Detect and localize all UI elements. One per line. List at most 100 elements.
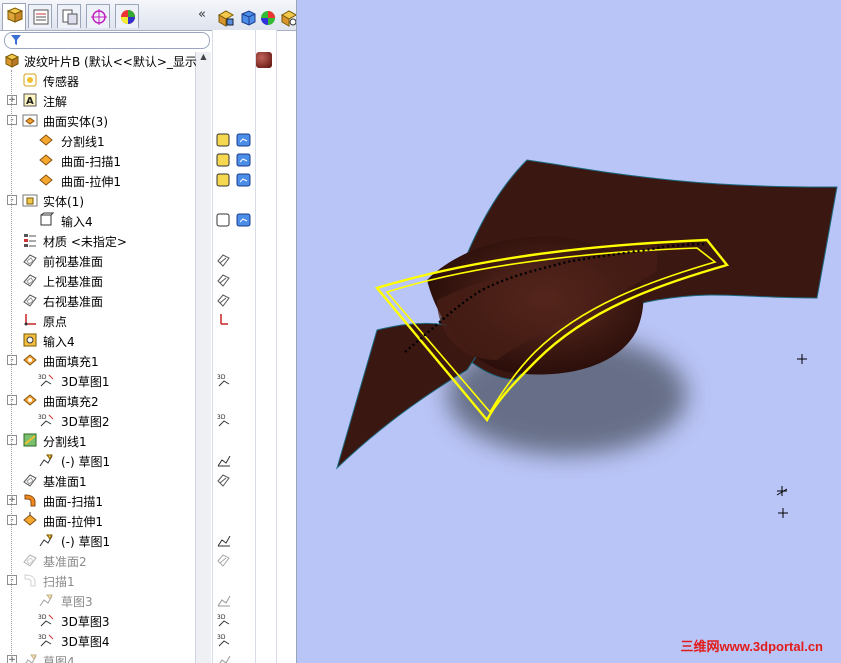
tree-item-label: 草图3 [61,595,93,609]
tree-scrollbar[interactable]: ▲ [195,52,211,663]
tree-item-label: 曲面-扫描1 [61,155,121,169]
tree-item[interactable]: 曲面-扫描1 [0,150,195,170]
tree-root[interactable]: 波纹叶片B (默认<<默认>_显示 [0,50,197,70]
tree-item[interactable]: (-) 草图1 [0,450,195,470]
display-pane-icon[interactable] [214,6,235,27]
collapse-panel-button[interactable]: « [198,7,206,22]
tree-item[interactable]: 草图3 [0,590,195,610]
scene-sphere-icon[interactable] [256,6,276,26]
column-indicator[interactable]: 3D [216,372,256,388]
tree-item[interactable]: + 草图4 [0,650,195,663]
graphics-viewport[interactable]: 三维网www.3dportal.cn [297,0,841,663]
column-indicator[interactable] [216,292,256,308]
configuration-icon [62,9,78,25]
tree-item-label: 草图4 [43,655,75,663]
collapse-icon[interactable]: - [7,115,17,125]
surface-sweep-icon [24,494,36,507]
svg-text:3D: 3D [217,634,226,641]
tree-item[interactable]: - 曲面填充2 [0,390,195,410]
tree-item-label: 3D草图3 [61,615,110,629]
imported-body-icon [23,333,37,347]
model-view[interactable] [297,0,841,663]
sketch3d-icon: 3D [38,414,54,427]
color-wheel-icon [121,10,135,24]
tree-item[interactable]: - 曲面填充1 [0,350,195,370]
tree-item[interactable]: 3D 3D草图4 [0,630,195,650]
collapse-icon[interactable]: - [7,515,17,525]
tree-filter-input[interactable] [4,32,210,49]
column-indicator[interactable] [216,132,256,148]
column-indicator[interactable]: 3D [216,612,256,628]
expand-icon[interactable]: + [7,495,17,505]
column-indicator[interactable] [216,592,256,608]
tree-item[interactable]: - 实体(1) [0,190,195,210]
column-indicator[interactable] [216,172,256,188]
tree-item[interactable]: + 曲面-扫描1 [0,490,195,510]
featuremanager-tab[interactable] [2,3,26,30]
dimxpert-tab[interactable] [86,4,110,28]
tree-item[interactable]: 基准面1 [0,470,195,490]
column-indicator[interactable] [216,312,256,328]
expand-icon[interactable]: + [7,655,17,663]
tree-item[interactable]: - 曲面实体(3) [0,110,195,130]
collapse-icon[interactable]: - [7,355,17,365]
tree-item[interactable]: - 扫描1 [0,570,195,590]
filter-funnel-icon [11,35,21,45]
tree-item-label: 曲面-扫描1 [43,495,103,509]
display-state-column [237,30,256,663]
tree-item[interactable]: 3D 3D草图3 [0,610,195,630]
tree-item[interactable]: (-) 草图1 [0,530,195,550]
column-indicator[interactable] [216,152,256,168]
origin-icon [24,314,36,326]
propertymanager-tab[interactable] [28,4,52,28]
column-indicator[interactable] [216,552,256,568]
tree-item[interactable]: 3D 3D草图1 [0,370,195,390]
manager-tab-bar: « [0,0,296,31]
tree-item-label: 传感器 [43,75,80,89]
tree-item[interactable]: + A 注解 [0,90,195,110]
part-appearance-swatch[interactable] [256,52,272,68]
tree-item[interactable]: 传感器 [0,70,195,90]
column-indicator[interactable] [216,272,256,288]
tree-item[interactable]: - 曲面-拉伸1 [0,510,195,530]
site-watermark: 三维网www.3dportal.cn [680,639,823,654]
tree-item[interactable]: 曲面-拉伸1 [0,170,195,190]
collapse-icon[interactable]: - [7,575,17,585]
tree-item[interactable]: 上视基准面 [0,270,195,290]
tree-item[interactable]: 输入4 [0,210,195,230]
plane-icon [23,294,37,307]
tree-item-label: 前视基准面 [43,255,104,269]
column-indicator[interactable] [216,532,256,548]
display-tab[interactable] [115,4,139,28]
appearance-cube-icon[interactable] [236,6,256,26]
configurationmanager-tab[interactable] [57,4,81,28]
collapse-icon[interactable]: - [7,395,17,405]
tree-item-label: 右视基准面 [43,295,104,309]
tree-item[interactable]: 3D 3D草图2 [0,410,195,430]
solid-body-folder-icon [22,194,38,207]
column-indicator[interactable] [216,472,256,488]
sensor-icon [23,73,37,87]
tree-item[interactable]: 基准面2 [0,550,195,570]
column-indicator[interactable]: 3D [216,412,256,428]
tree-item[interactable]: 分割线1 [0,130,195,150]
collapse-icon[interactable]: - [7,435,17,445]
column-indicator[interactable] [216,452,256,468]
expand-icon[interactable]: + [7,95,17,105]
solid-body-icon [40,212,54,226]
column-indicator[interactable] [216,652,256,663]
tree-item[interactable]: 材质 <未指定> [0,230,195,250]
tree-item[interactable]: - 分割线1 [0,430,195,450]
column-indicator[interactable] [216,212,256,228]
collapse-icon[interactable]: - [7,195,17,205]
hide-show-icon[interactable] [277,6,296,27]
column-indicator[interactable]: 3D [216,632,256,648]
column-indicator[interactable] [216,252,256,268]
scroll-up-arrow-icon[interactable]: ▲ [196,52,211,66]
tree-item[interactable]: 前视基准面 [0,250,195,270]
tree-item[interactable]: 右视基准面 [0,290,195,310]
tree-item[interactable]: 输入4 [0,330,195,350]
surface-body-icon [39,154,53,166]
tree-item[interactable]: 原点 [0,310,195,330]
plane-icon [23,474,37,487]
